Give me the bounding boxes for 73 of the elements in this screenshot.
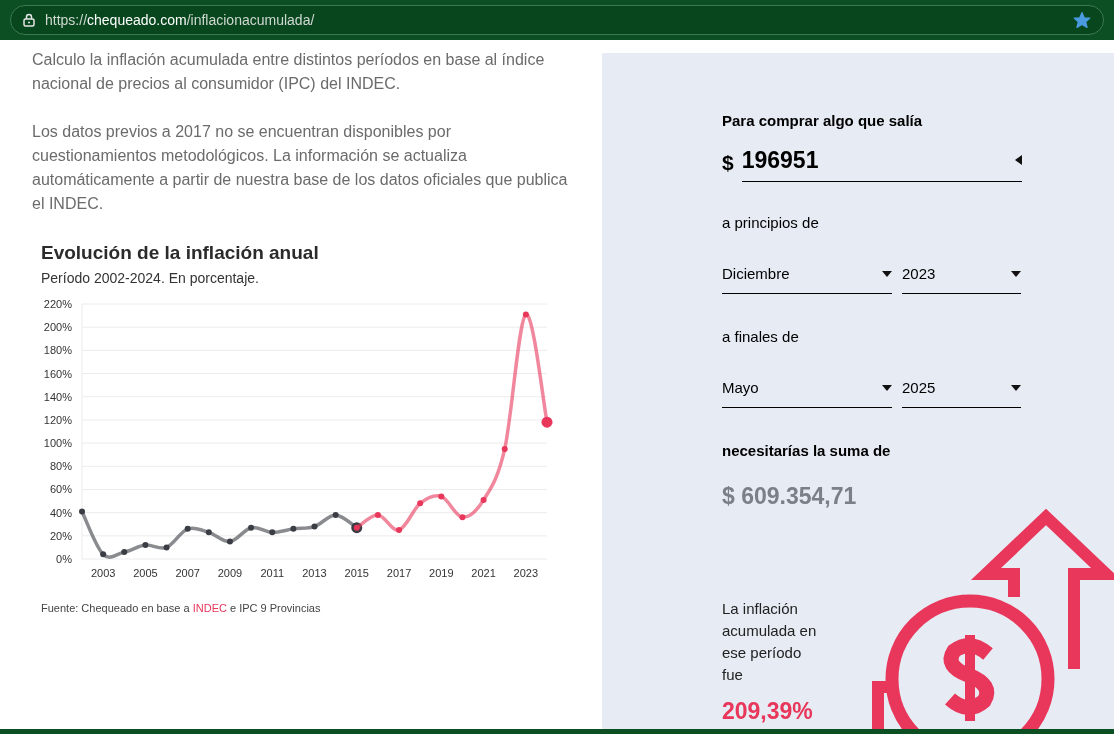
x-tick-label: 2007: [175, 567, 200, 579]
data-point: [184, 525, 191, 532]
x-tick-label: 2009: [217, 567, 243, 579]
bookmark-star-icon[interactable]: [1073, 11, 1091, 29]
currency-symbol: $: [722, 149, 734, 176]
x-tick-label: 2003: [90, 567, 116, 579]
summary-text: La inflación acumulada en ese período fue: [722, 599, 818, 685]
y-tick-label: 140%: [43, 390, 72, 403]
x-tick-label: 2017: [386, 567, 412, 579]
data-point: [79, 508, 85, 515]
y-tick-label: 20%: [49, 529, 72, 542]
x-tick-label: 2015: [344, 567, 369, 579]
data-point: [121, 549, 128, 556]
dropdown-caret-icon: [1011, 384, 1021, 391]
data-point: [311, 523, 318, 530]
data-point: [374, 511, 381, 518]
amount-field[interactable]: 196951: [741, 142, 1022, 182]
data-point: [459, 514, 466, 521]
end-year-select[interactable]: 2025: [902, 372, 1021, 408]
dropdown-caret-icon: [882, 270, 892, 277]
url-text: https://chequeado.com/inflacionacumulada/: [45, 10, 316, 30]
data-point: [163, 544, 170, 551]
x-tick-label: 2019: [429, 567, 454, 579]
y-tick-label: 40%: [49, 506, 72, 519]
x-tick-label: 2005: [133, 567, 158, 579]
data-point: [142, 542, 149, 549]
data-point: [226, 538, 233, 545]
x-tick-label: 2021: [471, 567, 496, 579]
y-tick-label: 180%: [43, 344, 72, 357]
x-tick-label: 2023: [513, 567, 539, 579]
data-point: [541, 416, 553, 428]
end-month-select[interactable]: Mayo: [722, 372, 892, 408]
y-tick-label: 100%: [43, 437, 72, 450]
address-bar[interactable]: https://chequeado.com/inflacionacumulada/: [10, 5, 1104, 35]
intro-paragraph: Los datos previos a 2017 no se encuentran disponibles por cuestionamientos metodológicos. La información se actualiza automáticamente a partir de nuestra base de los datos oficiales que publica el INDEC.: [32, 122, 569, 214]
start-year-select[interactable]: 2023: [902, 258, 1021, 294]
y-tick-label: 160%: [43, 367, 72, 380]
data-point: [205, 529, 212, 536]
y-tick-label: 120%: [43, 413, 72, 426]
chart-subtitle: Período 2002-2024. En porcentaje.: [41, 269, 260, 288]
chart-source: Fuente: Chequeado en base a INDEC e IPC 9 Provincias: [40, 601, 322, 616]
y-tick-label: 80%: [49, 460, 72, 473]
start-month-select[interactable]: Diciembre: [722, 258, 892, 294]
summary-value: 209,39%: [722, 697, 814, 726]
result-amount: $ 609.354,71: [722, 481, 858, 511]
indec-link[interactable]: INDEC: [192, 602, 227, 614]
data-point: [332, 511, 339, 518]
intro-paragraph: Calculo la inflación acumulada entre distintos períodos en base al índice nacional de precios al consumidor (IPC) del INDEC.: [32, 50, 546, 94]
y-tick-label: 220%: [43, 298, 72, 310]
y-tick-label: 0%: [56, 553, 72, 565]
data-point: [438, 493, 445, 500]
data-point: [480, 496, 487, 503]
chart-title: Evolución de la inflación anual: [41, 241, 320, 265]
amount-label: Para comprar algo que salía: [722, 111, 924, 131]
data-point: [417, 500, 424, 507]
x-tick-label: 2013: [302, 567, 327, 579]
end-label: a finales de: [722, 327, 800, 347]
dropdown-caret-icon: [1011, 270, 1021, 277]
data-point: [501, 445, 508, 452]
spinner-arrow-icon: [1015, 154, 1022, 165]
start-label: a principios de: [722, 213, 820, 233]
data-point: [248, 524, 255, 531]
y-tick-label: 200%: [43, 321, 72, 334]
lock-icon: [23, 13, 35, 27]
data-point: [522, 311, 529, 318]
data-point: [290, 525, 297, 532]
data-point: [100, 551, 107, 558]
dropdown-caret-icon: [882, 384, 892, 391]
result-label: necesitarías la suma de: [722, 441, 892, 461]
data-point: [269, 529, 276, 536]
y-tick-label: 60%: [49, 483, 72, 496]
x-tick-label: 2011: [260, 567, 285, 579]
data-point: [396, 527, 403, 533]
